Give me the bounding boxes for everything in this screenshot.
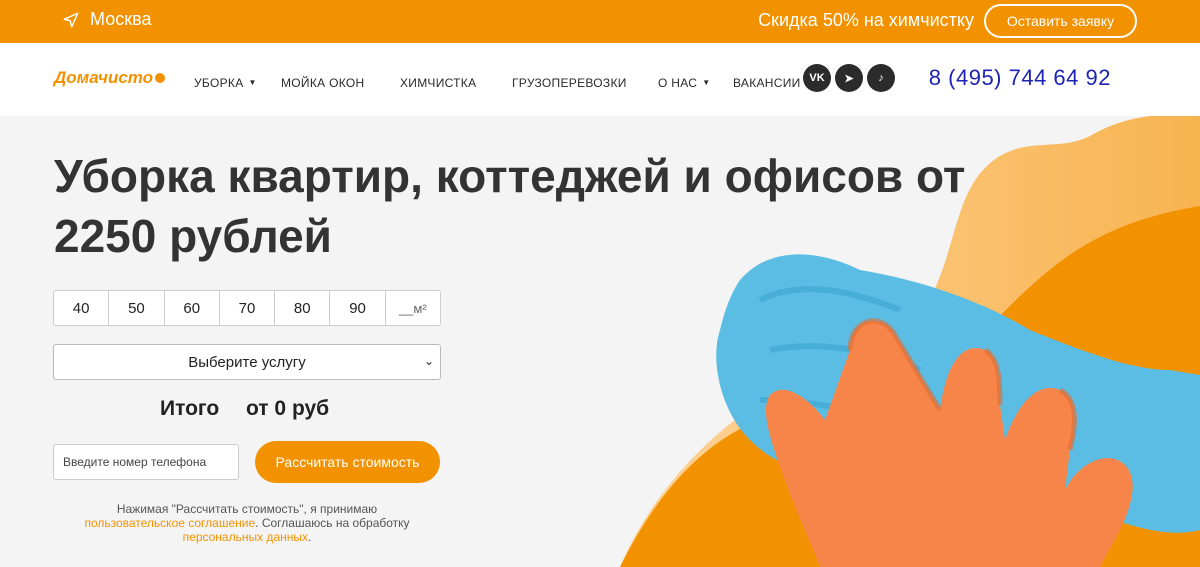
size-option-50[interactable]: 50: [109, 291, 165, 325]
service-select-value: Выберите услугу: [188, 353, 306, 371]
logo[interactable]: Домачисто: [54, 68, 166, 88]
personal-data-link[interactable]: персональных данных: [183, 530, 308, 544]
area-size-selector: 40 50 60 70 80 90 __м²: [53, 290, 441, 326]
header: Домачисто УБОРКА ▼ МОЙКА ОКОН ХИМЧИСТКА Г…: [0, 43, 1200, 116]
vk-icon[interactable]: VK: [803, 64, 831, 92]
user-agreement-link[interactable]: пользовательское соглашение: [84, 516, 255, 530]
nav-label: МОЙКА ОКОН: [281, 76, 365, 90]
calculate-cost-button[interactable]: Рассчитать стоимость: [255, 441, 440, 483]
size-option-60[interactable]: 60: [165, 291, 220, 325]
page-title: Уборка квартир, коттеджей и офисов от 22…: [54, 150, 966, 262]
consent-text: Нажимая "Рассчитать стоимость", я приним…: [53, 502, 441, 544]
nav-item-cleaning[interactable]: УБОРКА ▼: [194, 76, 257, 90]
logo-text: Домачисто: [54, 68, 154, 87]
header-phone-link[interactable]: 8 (495) 744 64 92: [929, 65, 1111, 91]
nav-item-window-washing[interactable]: МОЙКА ОКОН: [281, 76, 364, 90]
consent-text-part: . Соглашаюсь на обработку: [255, 516, 410, 530]
consent-text-part: Нажимая "Рассчитать стоимость", я приним…: [116, 502, 378, 516]
nav-label: УБОРКА: [194, 76, 244, 90]
total-label: Итого: [160, 397, 220, 420]
nav-item-about[interactable]: О НАС ▼: [658, 76, 710, 90]
size-option-90[interactable]: 90: [330, 291, 386, 325]
tiktok-icon[interactable]: ♪: [867, 64, 895, 92]
telegram-icon[interactable]: ➤: [835, 64, 863, 92]
nav-label: ГРУЗОПЕРЕВОЗКИ: [512, 76, 627, 90]
phone-input[interactable]: [53, 444, 239, 480]
total-value: от 0 руб: [246, 397, 330, 420]
city-name: Москва: [90, 9, 152, 29]
nav-label: О НАС: [658, 76, 698, 90]
nav-item-moving[interactable]: ГРУЗОПЕРЕВОЗКИ: [512, 76, 627, 90]
caret-down-icon: ▼: [248, 78, 257, 87]
location-arrow-icon: [63, 12, 79, 27]
custom-area-input[interactable]: __м²: [386, 291, 440, 325]
chevron-down-icon: ⌄: [423, 354, 434, 368]
size-option-40[interactable]: 40: [54, 291, 110, 325]
nav-item-vacancies[interactable]: ВАКАНСИИ: [733, 76, 801, 90]
top-bar: Москва Скидка 50% на химчистку Оставить …: [0, 0, 1200, 43]
consent-text-part: .: [308, 530, 312, 544]
hand-with-cloth-image: [700, 240, 1200, 567]
service-select[interactable]: Выберите услугу ⌄: [53, 344, 441, 380]
logo-bubble-icon: [155, 73, 166, 83]
caret-down-icon: ▼: [702, 78, 711, 87]
leave-request-button[interactable]: Оставить заявку: [984, 4, 1137, 38]
nav-label: ХИМЧИСТКА: [400, 76, 477, 90]
size-option-70[interactable]: 70: [220, 291, 276, 325]
city-selector[interactable]: Москва: [62, 9, 151, 30]
size-option-80[interactable]: 80: [275, 291, 331, 325]
nav-label: ВАКАНСИИ: [733, 76, 801, 90]
nav-item-dry-cleaning[interactable]: ХИМЧИСТКА: [400, 76, 476, 90]
promo-text[interactable]: Скидка 50% на химчистку: [758, 10, 974, 31]
